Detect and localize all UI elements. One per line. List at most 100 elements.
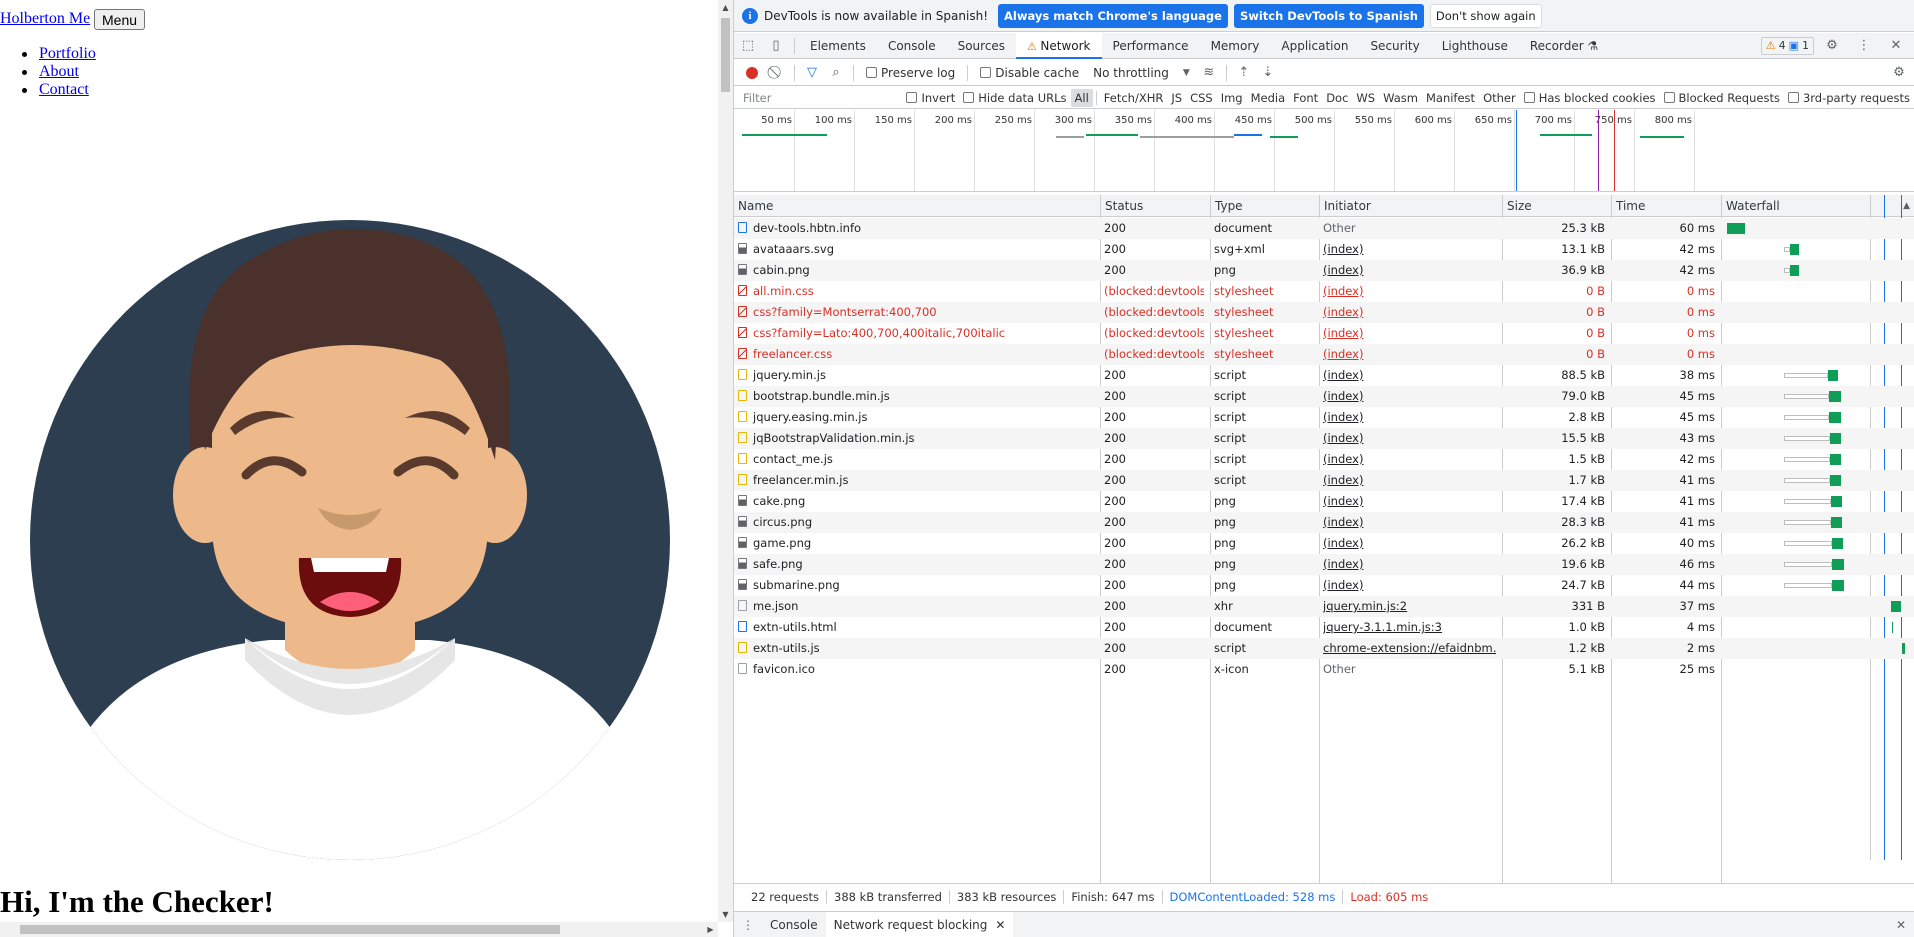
column-header-initiator[interactable]: Initiator [1319,195,1502,217]
filter-input[interactable]: Filter [740,89,902,107]
cell-initiator[interactable]: (index) [1323,449,1496,470]
cell-initiator[interactable]: jquery.min.js:2 [1323,596,1496,617]
cell-initiator[interactable]: jquery-3.1.1.min.js:3 [1323,617,1496,638]
device-toolbar-icon[interactable]: ▯ [762,33,790,59]
column-header-name[interactable]: Name [734,195,1100,217]
switch-language-button[interactable]: Switch DevTools to Spanish [1233,3,1424,28]
tab-sources[interactable]: Sources [947,33,1016,59]
brand-link[interactable]: Holberton Me [0,10,90,28]
filter-type-css[interactable]: CSS [1186,89,1217,107]
cell-initiator[interactable]: (index) [1323,428,1496,449]
table-row[interactable]: dev-tools.hbtn.info 200 document Other 25.3 … [734,218,1914,239]
network-settings-icon[interactable]: ⚙ [1888,65,1910,80]
cell-initiator[interactable]: (index) [1323,491,1496,512]
table-row[interactable]: freelancer.css (blocked:devtools) styleshe… [734,344,1914,365]
filter-type-other[interactable]: Other [1479,89,1520,107]
table-row[interactable]: bootstrap.bundle.min.js 200 script (index) 7… [734,386,1914,407]
table-row[interactable]: extn-utils.html 200 document jquery-3.1.1.m… [734,617,1914,638]
page-horizontal-scrollbar[interactable]: ▶ [0,922,718,937]
preserve-log-checkbox[interactable]: Preserve log [860,66,961,80]
match-language-button[interactable]: Always match Chrome's language [998,3,1228,28]
cell-initiator[interactable]: (index) [1323,281,1496,302]
table-row[interactable]: freelancer.min.js 200 script (index) 1.7 kB 4… [734,470,1914,491]
network-conditions-icon[interactable]: ≋ [1198,65,1220,80]
hide-data-urls-checkbox[interactable]: Hide data URLs [959,91,1070,105]
cell-initiator[interactable]: (index) [1323,575,1496,596]
filter-type-doc[interactable]: Doc [1322,89,1352,107]
tab-network[interactable]: ⚠ Network [1016,32,1102,59]
scroll-down-icon[interactable]: ▼ [718,907,733,922]
tab-application[interactable]: Application [1270,33,1359,59]
issues-badge[interactable]: ⚠ 4 ▣ 1 [1760,36,1814,55]
table-row[interactable]: circus.png 200 png (index) 28.3 kB 41 ms [734,512,1914,533]
cell-initiator[interactable]: chrome-extension://efaidnbm… [1323,638,1496,659]
gear-icon[interactable]: ⚙ [1818,33,1846,59]
column-header-type[interactable]: Type [1210,195,1319,217]
column-header-waterfall[interactable]: Waterfall ▲ [1721,195,1914,217]
column-header-size[interactable]: Size [1502,195,1611,217]
blocked-requests-checkbox[interactable]: Blocked Requests [1660,91,1784,105]
filter-type-all[interactable]: All [1070,88,1093,107]
tab-lighthouse[interactable]: Lighthouse [1431,33,1519,59]
cell-initiator[interactable]: (index) [1323,323,1496,344]
table-row[interactable]: cabin.png 200 png (index) 36.9 kB 42 ms [734,260,1914,281]
invert-checkbox[interactable]: Invert [902,91,959,105]
record-icon[interactable] [746,66,758,79]
tab-memory[interactable]: Memory [1200,33,1271,59]
close-drawer-icon[interactable]: ✕ [1896,918,1906,932]
table-row[interactable]: game.png 200 png (index) 26.2 kB 40 ms [734,533,1914,554]
drawer-tab-console[interactable]: Console [762,912,826,937]
cell-initiator[interactable]: (index) [1323,344,1496,365]
nav-link-contact[interactable]: Contact [39,81,89,98]
scroll-right-icon[interactable]: ▶ [703,922,718,937]
nav-link-portfolio[interactable]: Portfolio [39,45,96,62]
table-row[interactable]: jquery.min.js 200 script (index) 88.5 kB 38 m… [734,365,1914,386]
filter-type-wasm[interactable]: Wasm [1379,89,1422,107]
more-options-icon[interactable]: ⋮ [1850,33,1878,59]
dont-show-again-button[interactable]: Don't show again [1429,3,1542,28]
filter-type-manifest[interactable]: Manifest [1422,89,1479,107]
table-row[interactable]: safe.png 200 png (index) 19.6 kB 46 ms [734,554,1914,575]
table-row[interactable]: avataaars.svg 200 svg+xml (index) 13.1 kB 42 … [734,239,1914,260]
table-row[interactable]: me.json 200 xhr jquery.min.js:2 331 B 37 ms [734,596,1914,617]
disable-cache-checkbox[interactable]: Disable cache [974,66,1085,80]
filter-icon[interactable]: ▽ [801,65,823,80]
cell-initiator[interactable]: (index) [1323,386,1496,407]
search-icon[interactable]: ⌕ [825,65,847,80]
tab-console[interactable]: Console [877,33,947,59]
inspect-element-icon[interactable]: ⬚ [734,33,762,59]
third-party-checkbox[interactable]: 3rd-party requests [1784,91,1914,105]
menu-button[interactable]: Menu [94,9,146,30]
column-header-status[interactable]: Status [1100,195,1210,217]
column-header-time[interactable]: Time [1611,195,1721,217]
drawer-menu-icon[interactable]: ⋮ [734,918,762,932]
throttling-select[interactable]: No throttling ▼ [1087,66,1196,80]
close-icon[interactable]: ✕ [1882,33,1910,59]
scroll-thumb[interactable] [721,18,730,92]
table-row[interactable]: submarine.png 200 png (index) 24.7 kB 44 ms [734,575,1914,596]
cell-initiator[interactable]: (index) [1323,554,1496,575]
table-row[interactable]: cake.png 200 png (index) 17.4 kB 41 ms [734,491,1914,512]
close-tab-icon[interactable]: ✕ [995,918,1005,932]
drawer-tab-request-blocking[interactable]: Network request blocking ✕ [825,911,1014,937]
table-row[interactable]: css?family=Lato:400,700,400italic,700ita… [734,323,1914,344]
page-vertical-scrollbar[interactable]: ▲ ▼ [718,0,733,922]
cell-initiator[interactable]: (index) [1323,470,1496,491]
cell-initiator[interactable]: (index) [1323,512,1496,533]
scroll-up-icon[interactable]: ▲ [718,0,733,15]
tab-security[interactable]: Security [1359,33,1430,59]
nav-link-about[interactable]: About [39,63,79,80]
import-har-icon[interactable]: ⇡ [1233,65,1255,80]
table-row[interactable]: extn-utils.js 200 script chrome-extension:/… [734,638,1914,659]
cell-initiator[interactable]: (index) [1323,365,1496,386]
table-row[interactable]: favicon.ico 200 x-icon Other 5.1 kB 25 ms [734,659,1914,680]
cell-initiator[interactable]: (index) [1323,260,1496,281]
table-row[interactable]: contact_me.js 200 script (index) 1.5 kB 42 ms [734,449,1914,470]
filter-type-media[interactable]: Media [1247,89,1290,107]
filter-type-img[interactable]: Img [1217,89,1247,107]
table-row[interactable]: jquery.easing.min.js 200 script (index) 2.8 … [734,407,1914,428]
clear-icon[interactable]: ⃠ [766,65,788,80]
table-row[interactable]: jqBootstrapValidation.min.js 200 script (in… [734,428,1914,449]
filter-type-font[interactable]: Font [1289,89,1322,107]
filter-type-js[interactable]: JS [1167,89,1186,107]
